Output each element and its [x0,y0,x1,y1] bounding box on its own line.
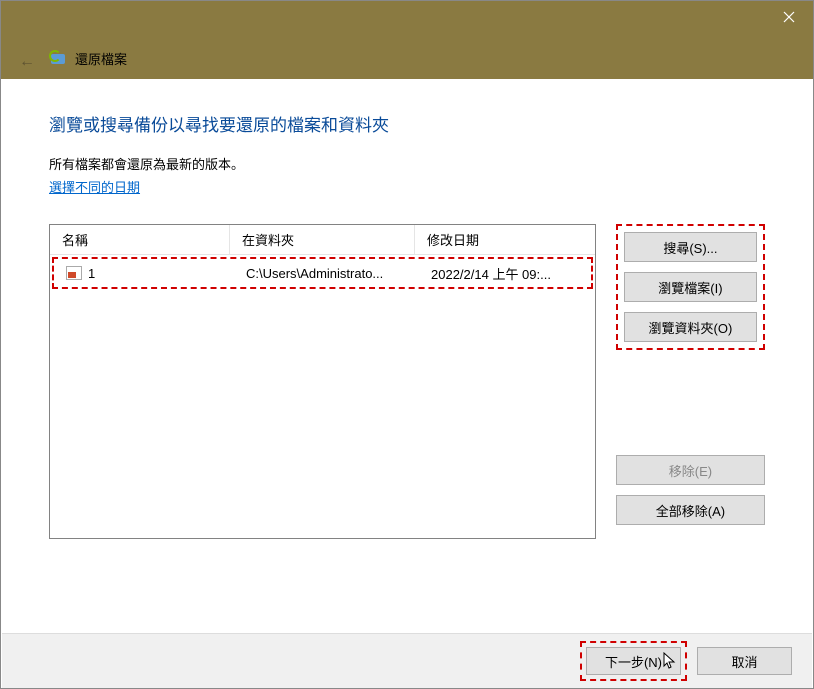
close-button[interactable] [765,1,813,33]
page-subtext: 所有檔案都會還原為最新的版本。 [49,154,765,173]
search-button[interactable]: 搜尋(S)... [624,232,757,262]
titlebar: ← 還原檔案 [1,1,813,79]
title-row: 還原檔案 [49,49,127,68]
next-highlight: 下一步(N) [580,641,687,681]
cell-folder: C:\Users\Administrato... [234,266,419,281]
col-folder[interactable]: 在資料夾 [230,225,415,254]
cancel-button[interactable]: 取消 [697,647,792,675]
close-icon [783,11,795,23]
row-highlight: 1 C:\Users\Administrato... 2022/2/14 上午 … [52,257,593,289]
file-table: 名稱 在資料夾 修改日期 1 C:\Users\Administrato... … [49,224,596,539]
col-name[interactable]: 名稱 [50,225,230,254]
table-row[interactable]: 1 C:\Users\Administrato... 2022/2/14 上午 … [54,259,591,287]
back-arrow-icon[interactable]: ← [19,53,35,71]
restore-icon [49,50,67,68]
browse-files-button[interactable]: 瀏覽檔案(I) [624,272,757,302]
file-icon [66,266,82,280]
cell-date: 2022/2/14 上午 09:... [419,264,591,283]
next-button[interactable]: 下一步(N) [586,647,681,675]
side-buttons: 搜尋(S)... 瀏覽檔案(I) 瀏覽資料夾(O) 移除(E) 全部移除(A) [616,224,765,525]
remove-group: 移除(E) 全部移除(A) [616,455,765,525]
content-area: 瀏覽或搜尋備份以尋找要還原的檔案和資料夾 所有檔案都會還原為最新的版本。 選擇不… [1,79,813,539]
window-title: 還原檔案 [75,49,127,68]
cell-name: 1 [54,266,234,281]
remove-button: 移除(E) [616,455,765,485]
browse-group-highlight: 搜尋(S)... 瀏覽檔案(I) 瀏覽資料夾(O) [616,224,765,350]
col-date[interactable]: 修改日期 [415,225,595,254]
choose-date-link[interactable]: 選擇不同的日期 [49,177,140,196]
table-header: 名稱 在資料夾 修改日期 [50,225,595,255]
remove-all-button[interactable]: 全部移除(A) [616,495,765,525]
main-row: 名稱 在資料夾 修改日期 1 C:\Users\Administrato... … [49,224,765,539]
browse-folders-button[interactable]: 瀏覽資料夾(O) [624,312,757,342]
page-heading: 瀏覽或搜尋備份以尋找要還原的檔案和資料夾 [49,111,765,136]
cell-name-text: 1 [88,266,95,281]
footer: 下一步(N) 取消 [2,633,812,688]
